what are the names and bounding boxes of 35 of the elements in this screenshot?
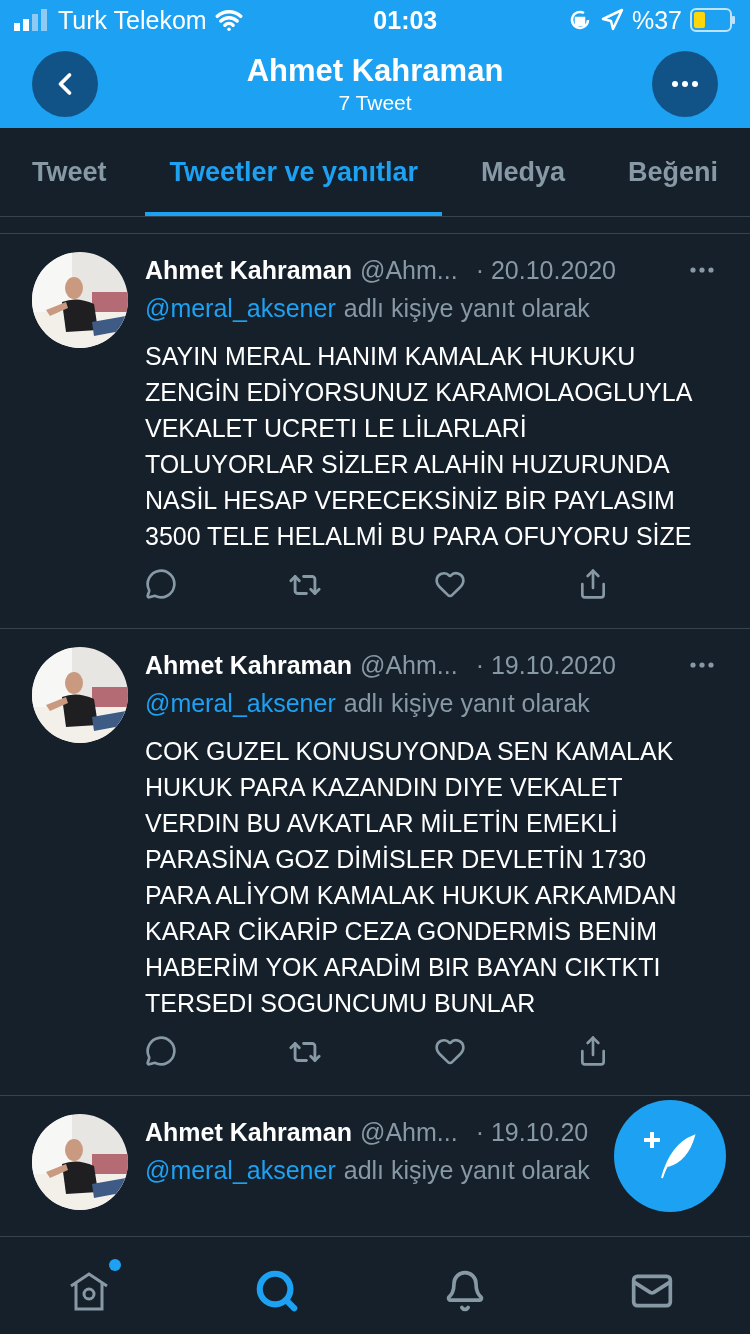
tweet-text: SAYIN MERAL HANIM KAMALAK HUKUKU ZENGİN EDİYORSUNUZ KARAMOLAOGLUYLA VEKALET UCRETI LE LİLARLARİ TOLUYORLAR SİZLER ALAHİN HUZURUNDA NASİL HESAP VERECEKSİNİZ BİR PAYLASIM 3500 TELE HELALMİ BU PARA OFUYORU SİZE [145,341,693,552]
reply-button[interactable] [145,1035,177,1069]
tab[interactable]: Tweetler ve yanıtlar [145,128,443,216]
tab[interactable]: Tweet [32,128,107,216]
tab[interactable]: Beğeni [627,128,718,216]
mention-link[interactable]: @meral_aksener [145,688,336,718]
reply-button[interactable] [145,568,177,602]
reply-label: adlı kişiye yanıt olarak [343,1155,590,1185]
battery-percent: %37 [631,5,682,35]
tweet-date: · 19.10.20 [475,1117,589,1147]
author-handle: @Ahm... [360,650,458,680]
tweet-text: COK GUZEL KONUSUYONDA SEN KAMALAK HUKUK PARA KAZANDIN DIYE VEKALET VERDIN BU AVKATLAR MİLETİN EMEKLİ PARASİNA GOZ DİMİSLER DEVLETİN 1730 PARA ALİYOM KAMALAK HUKUK ARKAMDAN KARAR CİKARİP CEZA GONDERMİS BENİM HABERİM YOK ARADİM BIR BAYAN CIKTKTI TERSEDI SOGUNCUMU BUNLAR [145,736,678,1019]
author-handle: @Ahm... [360,1117,458,1147]
mention-link[interactable]: @meral_aksener [145,1155,336,1185]
location-icon [599,8,624,32]
author-name: Ahmet Kahraman [145,255,352,285]
mention-link[interactable]: @meral_aksener [145,293,336,323]
more-icon[interactable] [690,267,714,273]
reply-label: adlı kişiye yanıt olarak [343,688,590,718]
battery-icon [690,8,736,32]
reply-label: adlı kişiye yanıt olarak [343,293,590,323]
tweet-date: · 19.10.2020 [475,650,617,680]
author-name: Ahmet Kahraman [145,650,352,680]
carrier-name: Turk Telekom [58,5,207,35]
clock-time: 01:03 [373,5,438,35]
more-icon [672,81,698,87]
signal-icon [14,9,50,31]
author-name: Ahmet Kahraman [145,1117,352,1147]
tab[interactable]: Medya [481,128,566,216]
tweet-date: · 20.10.2020 [475,255,617,285]
notification-dot [108,1258,121,1271]
profile-name: Ahmet Kahraman [246,53,504,89]
author-handle: @Ahm... [360,255,458,285]
tweet-count: 7 Tweet [338,91,412,115]
more-icon[interactable] [690,662,714,668]
